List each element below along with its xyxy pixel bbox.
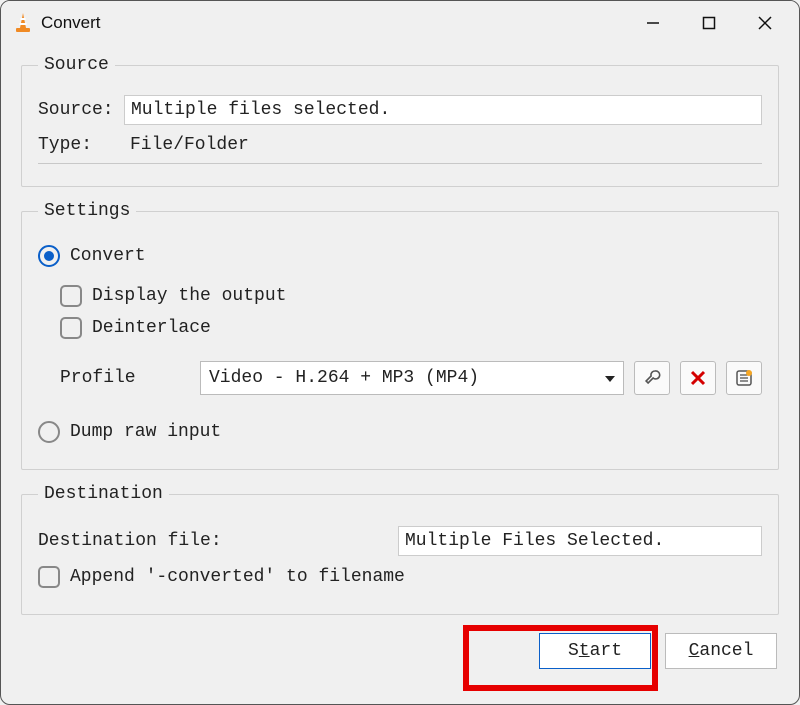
cancel-button[interactable]: Cancel <box>665 633 777 669</box>
window-title: Convert <box>41 13 101 33</box>
dump-raw-radio[interactable] <box>38 421 60 443</box>
deinterlace-label: Deinterlace <box>92 318 211 338</box>
new-profile-icon <box>735 369 753 387</box>
profile-value: Video - H.264 + MP3 (MP4) <box>209 368 479 388</box>
convert-radio-row[interactable]: Convert <box>38 245 762 267</box>
display-output-checkbox-row[interactable]: Display the output <box>60 285 762 307</box>
delete-profile-button[interactable] <box>680 361 716 395</box>
deinterlace-checkbox[interactable] <box>60 317 82 339</box>
minimize-button[interactable] <box>625 1 681 45</box>
destination-legend: Destination <box>38 484 169 504</box>
maximize-button[interactable] <box>681 1 737 45</box>
append-converted-label: Append '-converted' to filename <box>70 567 405 587</box>
title-bar: Convert <box>1 1 799 45</box>
deinterlace-checkbox-row[interactable]: Deinterlace <box>60 317 762 339</box>
convert-radio[interactable] <box>38 245 60 267</box>
minimize-icon <box>646 16 660 30</box>
settings-legend: Settings <box>38 201 136 221</box>
edit-profile-button[interactable] <box>634 361 670 395</box>
source-field[interactable]: Multiple files selected. <box>124 95 762 125</box>
settings-group: Settings Convert Display the output Dein… <box>21 201 779 470</box>
dump-raw-radio-row[interactable]: Dump raw input <box>38 421 762 443</box>
source-legend: Source <box>38 55 115 75</box>
destination-file-label: Destination file: <box>38 531 398 551</box>
wrench-icon <box>643 369 661 387</box>
display-output-label: Display the output <box>92 286 286 306</box>
destination-file-value: Multiple Files Selected. <box>405 531 664 551</box>
chevron-down-icon <box>605 368 615 388</box>
start-button[interactable]: Start <box>539 633 651 669</box>
destination-group: Destination Destination file: Multiple F… <box>21 484 779 615</box>
convert-radio-label: Convert <box>70 246 146 266</box>
display-output-checkbox[interactable] <box>60 285 82 307</box>
source-group: Source Source: Multiple files selected. … <box>21 55 779 187</box>
dump-raw-label: Dump raw input <box>70 422 221 442</box>
convert-dialog: Convert Source Source: Multiple files <box>0 0 800 705</box>
destination-file-field[interactable]: Multiple Files Selected. <box>398 526 762 556</box>
profile-label: Profile <box>60 368 190 388</box>
close-icon <box>757 15 773 31</box>
source-label: Source: <box>38 100 124 120</box>
vlc-cone-icon <box>13 13 33 33</box>
append-converted-checkbox[interactable] <box>38 566 60 588</box>
source-field-value: Multiple files selected. <box>131 100 390 120</box>
append-converted-row[interactable]: Append '-converted' to filename <box>38 566 762 588</box>
profile-dropdown[interactable]: Video - H.264 + MP3 (MP4) <box>200 361 624 395</box>
window-controls <box>625 1 793 45</box>
type-label: Type: <box>38 135 124 155</box>
type-value: File/Folder <box>124 133 762 157</box>
maximize-icon <box>702 16 716 30</box>
close-button[interactable] <box>737 1 793 45</box>
cancel-button-label: Cancel <box>689 641 754 661</box>
x-icon <box>690 370 706 386</box>
new-profile-button[interactable] <box>726 361 762 395</box>
start-button-label: Start <box>568 641 622 661</box>
